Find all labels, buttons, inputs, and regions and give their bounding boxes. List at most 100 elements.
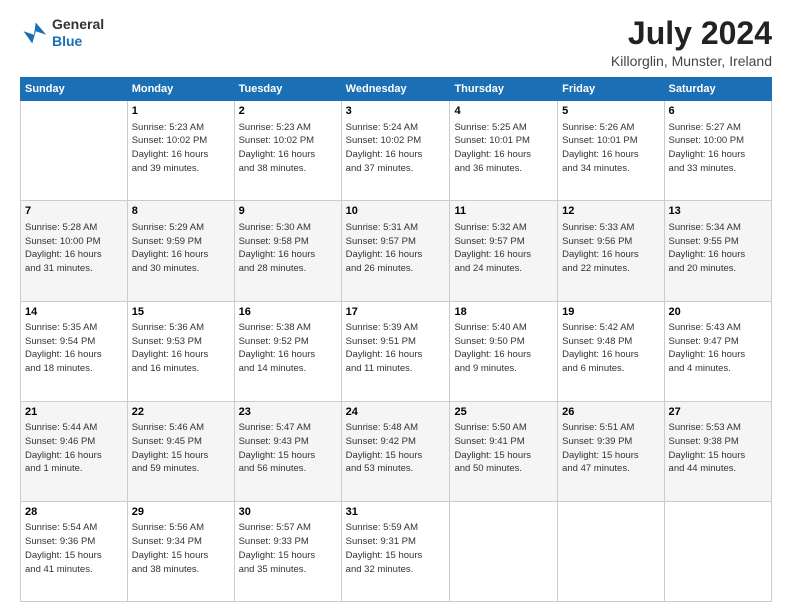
logo-text: General Blue — [52, 16, 104, 50]
title-block: July 2024 Killorglin, Munster, Ireland — [611, 16, 772, 69]
day-number: 21 — [25, 405, 123, 420]
calendar-header-cell: Wednesday — [341, 78, 450, 101]
calendar-header-cell: Thursday — [450, 78, 558, 101]
day-info: Sunrise: 5:27 AMSunset: 10:00 PMDaylight… — [669, 121, 767, 176]
calendar-day-cell: 13Sunrise: 5:34 AMSunset: 9:55 PMDayligh… — [664, 201, 771, 301]
calendar-day-cell: 24Sunrise: 5:48 AMSunset: 9:42 PMDayligh… — [341, 401, 450, 501]
calendar-day-cell: 29Sunrise: 5:56 AMSunset: 9:34 PMDayligh… — [127, 501, 234, 601]
day-info: Sunrise: 5:56 AMSunset: 9:34 PMDaylight:… — [132, 521, 230, 576]
day-info: Sunrise: 5:39 AMSunset: 9:51 PMDaylight:… — [346, 321, 446, 376]
day-number: 30 — [239, 505, 337, 520]
day-number: 13 — [669, 204, 767, 219]
day-info: Sunrise: 5:23 AMSunset: 10:02 PMDaylight… — [239, 121, 337, 176]
day-info: Sunrise: 5:25 AMSunset: 10:01 PMDaylight… — [454, 121, 553, 176]
day-number: 24 — [346, 405, 446, 420]
day-info: Sunrise: 5:40 AMSunset: 9:50 PMDaylight:… — [454, 321, 553, 376]
calendar-day-cell: 8 Sunrise: 5:29 AMSunset: 9:59 PMDaylight… — [127, 201, 234, 301]
day-info: Sunrise: 5:48 AMSunset: 9:42 PMDaylight:… — [346, 421, 446, 476]
calendar-week-row: 21Sunrise: 5:44 AMSunset: 9:46 PMDayligh… — [21, 401, 772, 501]
day-info: Sunrise: 5:30 AMSunset: 9:58 PMDaylight:… — [239, 221, 337, 276]
calendar-day-cell: 10Sunrise: 5:31 AMSunset: 9:57 PMDayligh… — [341, 201, 450, 301]
day-number: 31 — [346, 505, 446, 520]
logo-blue: Blue — [52, 33, 104, 50]
day-info: Sunrise: 5:36 AMSunset: 9:53 PMDaylight:… — [132, 321, 230, 376]
day-number: 22 — [132, 405, 230, 420]
day-number: 10 — [346, 204, 446, 219]
day-info: Sunrise: 5:38 AMSunset: 9:52 PMDaylight:… — [239, 321, 337, 376]
day-number: 3 — [346, 104, 446, 119]
calendar-header-row: SundayMondayTuesdayWednesdayThursdayFrid… — [21, 78, 772, 101]
calendar-day-cell: 7 Sunrise: 5:28 AMSunset: 10:00 PMDayligh… — [21, 201, 128, 301]
calendar-week-row: 1 Sunrise: 5:23 AMSunset: 10:02 PMDayligh… — [21, 101, 772, 201]
day-number: 17 — [346, 305, 446, 320]
calendar-table: SundayMondayTuesdayWednesdayThursdayFrid… — [20, 77, 772, 602]
day-info: Sunrise: 5:54 AMSunset: 9:36 PMDaylight:… — [25, 521, 123, 576]
calendar-day-cell: 23Sunrise: 5:47 AMSunset: 9:43 PMDayligh… — [234, 401, 341, 501]
calendar-day-cell: 27Sunrise: 5:53 AMSunset: 9:38 PMDayligh… — [664, 401, 771, 501]
calendar-day-cell: 14Sunrise: 5:35 AMSunset: 9:54 PMDayligh… — [21, 301, 128, 401]
day-number: 8 — [132, 204, 230, 219]
day-number: 18 — [454, 305, 553, 320]
calendar-day-cell — [664, 501, 771, 601]
calendar-day-cell — [558, 501, 664, 601]
calendar-day-cell: 19Sunrise: 5:42 AMSunset: 9:48 PMDayligh… — [558, 301, 664, 401]
calendar-week-row: 7 Sunrise: 5:28 AMSunset: 10:00 PMDayligh… — [21, 201, 772, 301]
day-info: Sunrise: 5:23 AMSunset: 10:02 PMDaylight… — [132, 121, 230, 176]
day-info: Sunrise: 5:57 AMSunset: 9:33 PMDaylight:… — [239, 521, 337, 576]
day-info: Sunrise: 5:29 AMSunset: 9:59 PMDaylight:… — [132, 221, 230, 276]
calendar-day-cell: 25Sunrise: 5:50 AMSunset: 9:41 PMDayligh… — [450, 401, 558, 501]
calendar-week-row: 14Sunrise: 5:35 AMSunset: 9:54 PMDayligh… — [21, 301, 772, 401]
day-number: 7 — [25, 204, 123, 219]
calendar-day-cell: 28Sunrise: 5:54 AMSunset: 9:36 PMDayligh… — [21, 501, 128, 601]
calendar-day-cell: 16Sunrise: 5:38 AMSunset: 9:52 PMDayligh… — [234, 301, 341, 401]
calendar-day-cell: 1 Sunrise: 5:23 AMSunset: 10:02 PMDayligh… — [127, 101, 234, 201]
day-number: 19 — [562, 305, 659, 320]
day-number: 25 — [454, 405, 553, 420]
day-info: Sunrise: 5:33 AMSunset: 9:56 PMDaylight:… — [562, 221, 659, 276]
logo-general: General — [52, 16, 104, 33]
calendar-day-cell: 17Sunrise: 5:39 AMSunset: 9:51 PMDayligh… — [341, 301, 450, 401]
calendar-day-cell: 26Sunrise: 5:51 AMSunset: 9:39 PMDayligh… — [558, 401, 664, 501]
day-info: Sunrise: 5:42 AMSunset: 9:48 PMDaylight:… — [562, 321, 659, 376]
day-number: 27 — [669, 405, 767, 420]
calendar-day-cell: 3 Sunrise: 5:24 AMSunset: 10:02 PMDayligh… — [341, 101, 450, 201]
day-info: Sunrise: 5:51 AMSunset: 9:39 PMDaylight:… — [562, 421, 659, 476]
day-info: Sunrise: 5:44 AMSunset: 9:46 PMDaylight:… — [25, 421, 123, 476]
day-number: 14 — [25, 305, 123, 320]
calendar-header-cell: Friday — [558, 78, 664, 101]
day-number: 26 — [562, 405, 659, 420]
day-info: Sunrise: 5:35 AMSunset: 9:54 PMDaylight:… — [25, 321, 123, 376]
calendar-day-cell: 9Sunrise: 5:30 AMSunset: 9:58 PMDaylight… — [234, 201, 341, 301]
day-number: 5 — [562, 104, 659, 119]
calendar-day-cell: 12 Sunrise: 5:33 AMSunset: 9:56 PMDayligh… — [558, 201, 664, 301]
day-number: 4 — [454, 104, 553, 119]
day-info: Sunrise: 5:50 AMSunset: 9:41 PMDaylight:… — [454, 421, 553, 476]
day-info: Sunrise: 5:47 AMSunset: 9:43 PMDaylight:… — [239, 421, 337, 476]
day-info: Sunrise: 5:26 AMSunset: 10:01 PMDaylight… — [562, 121, 659, 176]
calendar-day-cell: 31Sunrise: 5:59 AMSunset: 9:31 PMDayligh… — [341, 501, 450, 601]
calendar-day-cell: 4 Sunrise: 5:25 AMSunset: 10:01 PMDayligh… — [450, 101, 558, 201]
day-number: 28 — [25, 505, 123, 520]
calendar-day-cell: 11Sunrise: 5:32 AMSunset: 9:57 PMDayligh… — [450, 201, 558, 301]
day-info: Sunrise: 5:46 AMSunset: 9:45 PMDaylight:… — [132, 421, 230, 476]
calendar-day-cell — [450, 501, 558, 601]
calendar-day-cell: 5 Sunrise: 5:26 AMSunset: 10:01 PMDayligh… — [558, 101, 664, 201]
day-info: Sunrise: 5:24 AMSunset: 10:02 PMDaylight… — [346, 121, 446, 176]
day-number: 6 — [669, 104, 767, 119]
calendar-day-cell: 22Sunrise: 5:46 AMSunset: 9:45 PMDayligh… — [127, 401, 234, 501]
day-number: 2 — [239, 104, 337, 119]
calendar-day-cell: 6 Sunrise: 5:27 AMSunset: 10:00 PMDayligh… — [664, 101, 771, 201]
calendar-header-cell: Sunday — [21, 78, 128, 101]
calendar-header-cell: Monday — [127, 78, 234, 101]
header: General Blue July 2024 Killorglin, Munst… — [20, 16, 772, 69]
calendar-week-row: 28Sunrise: 5:54 AMSunset: 9:36 PMDayligh… — [21, 501, 772, 601]
day-number: 29 — [132, 505, 230, 520]
calendar-header-cell: Tuesday — [234, 78, 341, 101]
logo-icon — [20, 19, 48, 47]
day-info: Sunrise: 5:53 AMSunset: 9:38 PMDaylight:… — [669, 421, 767, 476]
day-number: 12 — [562, 204, 659, 219]
day-number: 1 — [132, 104, 230, 119]
calendar-day-cell: 2 Sunrise: 5:23 AMSunset: 10:02 PMDayligh… — [234, 101, 341, 201]
day-info: Sunrise: 5:28 AMSunset: 10:00 PMDaylight… — [25, 221, 123, 276]
calendar-day-cell: 21Sunrise: 5:44 AMSunset: 9:46 PMDayligh… — [21, 401, 128, 501]
